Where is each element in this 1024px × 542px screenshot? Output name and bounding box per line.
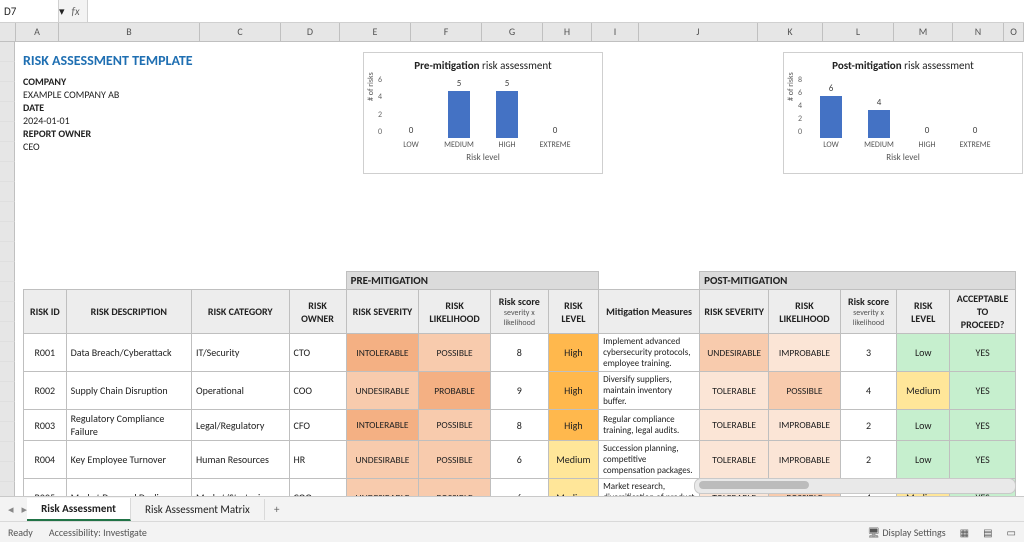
view-page-icon[interactable]: ▤	[983, 526, 992, 539]
status-bar: Ready Accessibility: Investigate 🖥 Displ…	[0, 521, 1024, 542]
tab-risk-assessment[interactable]: Risk Assessment	[27, 498, 131, 521]
table-row[interactable]: R002Supply Chain DisruptionOperationalCO…	[24, 372, 1016, 410]
risk-table[interactable]: PRE-MITIGATION POST-MITIGATION RISK IDRI…	[23, 271, 1016, 496]
formula-bar: D7 ▾ fx	[0, 0, 1024, 23]
fx-icon[interactable]: fx	[69, 5, 83, 18]
status-ready: Ready	[8, 526, 33, 539]
tab-nav-left-icon[interactable]: ◂	[0, 503, 22, 516]
tab-risk-matrix[interactable]: Risk Assessment Matrix	[131, 499, 265, 520]
table-row[interactable]: R003Regulatory Compliance FailureLegal/R…	[24, 410, 1016, 441]
status-accessibility[interactable]: Accessibility: Investigate	[49, 526, 147, 539]
name-box[interactable]: D7	[0, 0, 59, 22]
table-row[interactable]: R001Data Breach/CyberattackIT/SecurityCT…	[24, 334, 1016, 372]
view-break-icon[interactable]: ▭	[1007, 526, 1016, 539]
sheet-tabs: ◂ ▸ Risk Assessment Risk Assessment Matr…	[0, 496, 1024, 521]
add-sheet-button[interactable]: +	[265, 503, 289, 516]
view-normal-icon[interactable]: ▦	[960, 526, 969, 539]
display-settings-button[interactable]: 🖥 Display Settings	[867, 526, 945, 539]
chart-post-mitigation: Post-mitigation risk assessment # of ris…	[783, 52, 1023, 174]
band-pre-mitigation: PRE-MITIGATION	[346, 272, 598, 290]
dropdown-icon[interactable]: ▾	[59, 5, 65, 18]
chart-pre-mitigation: Pre-mitigation risk assessment # of risk…	[363, 52, 603, 174]
column-headers[interactable]: A B C D E F G H I J K L M N O	[0, 23, 1024, 42]
horizontal-scrollbar[interactable]	[694, 478, 1016, 494]
band-post-mitigation: POST-MITIGATION	[700, 272, 1016, 290]
formula-input[interactable]	[87, 0, 1024, 22]
table-row[interactable]: R004Key Employee TurnoverHuman Resources…	[24, 441, 1016, 479]
row-headers[interactable]	[0, 42, 15, 496]
